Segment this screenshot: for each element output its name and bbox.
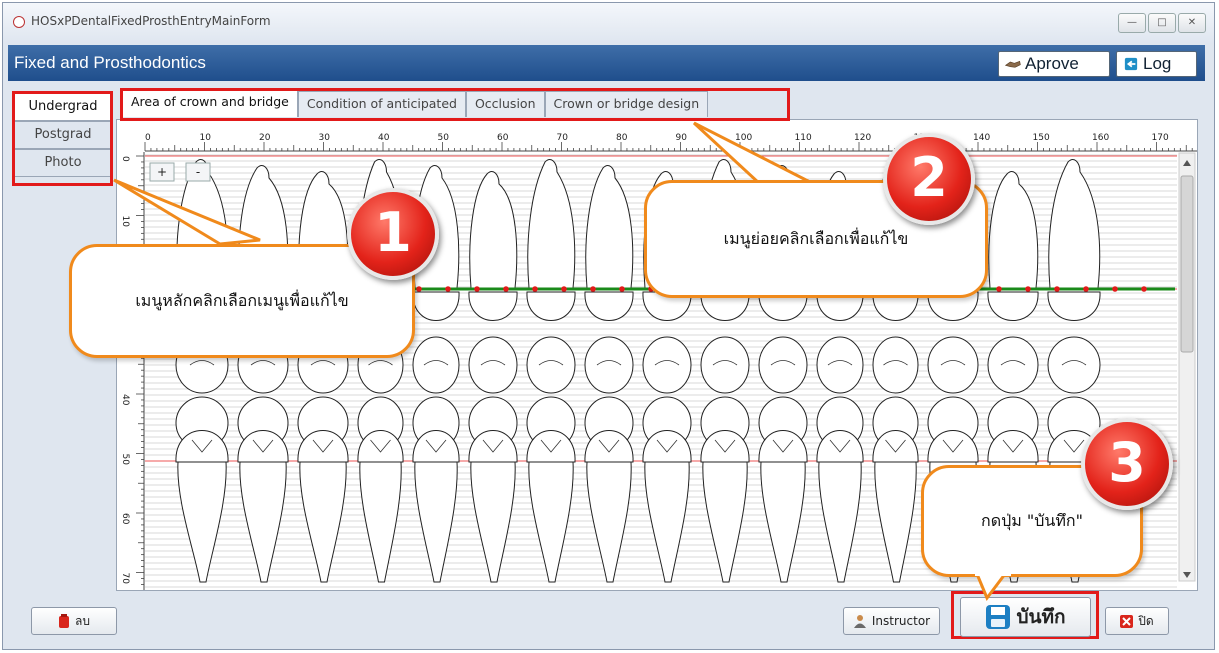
ruler-h-label: 0 (145, 133, 151, 143)
ruler-h-label: 30 (319, 133, 331, 143)
ruler-v-label: 50 (120, 454, 130, 466)
callout-2-text: เมนูย่อยคลิกเลือกเพื่อแก้ไข (723, 228, 909, 248)
side-tabs-highlight (12, 91, 113, 186)
close-window-button[interactable]: ✕ (1178, 13, 1206, 33)
ruler-h-label: 150 (1033, 133, 1050, 143)
ruler-h-label: 20 (259, 133, 271, 143)
ruler-h-label: 50 (438, 133, 450, 143)
minimize-button[interactable]: — (1118, 13, 1146, 33)
ruler-h-label: 10 (200, 133, 212, 143)
callout-3-text: กดปุ่ม "บันทึก" (981, 510, 1083, 530)
close-button[interactable]: ปิด (1105, 607, 1169, 635)
ruler-h-label: 120 (854, 133, 871, 143)
callout-1-text: เมนูหลักคลิกเลือกเมนูเพื่อแก้ไข (135, 290, 349, 310)
zoom-in-label: + (157, 165, 167, 179)
form-title: Fixed and Prosthodontics (14, 53, 206, 72)
handshake-icon (1005, 60, 1021, 68)
save-button[interactable]: บันทึก (960, 597, 1091, 637)
vertical-scrollbar[interactable] (1178, 152, 1196, 582)
ruler-h-label: 170 (1152, 133, 1169, 143)
horizontal-ruler: mm 0102030405060708090100110120130140150… (117, 120, 1197, 152)
window-title: HOSxPDentalFixedProsthEntryMainForm (31, 14, 271, 28)
ruler-v-label: 70 (120, 573, 130, 585)
trash-icon (59, 614, 69, 628)
sub-tabs-highlight (120, 88, 790, 121)
scrollbar-thumb[interactable] (1180, 175, 1194, 353)
ruler-h-label: 80 (616, 133, 628, 143)
title-bar: HOSxPDentalFixedProsthEntryMainForm — □ … (3, 3, 1214, 43)
ruler-h-label: 40 (378, 133, 390, 143)
zoom-out-label: - (196, 165, 200, 179)
ruler-h-label: 140 (973, 133, 990, 143)
instructor-button[interactable]: Instructor (843, 607, 940, 635)
form-header: Fixed and Prosthodontics Aprove Log (8, 45, 1205, 81)
log-button[interactable]: Log (1116, 51, 1197, 77)
ruler-v-label: 60 (120, 513, 130, 525)
approve-button[interactable]: Aprove (998, 51, 1110, 77)
delete-label: ลบ (75, 613, 90, 628)
close-icon (1120, 614, 1134, 628)
close-label: ปิด (1138, 613, 1154, 628)
ruler-h-label: 70 (557, 133, 569, 143)
app-icon (13, 16, 25, 28)
callout-1-badge: 1 (347, 188, 439, 280)
ruler-h-label: 160 (1092, 133, 1109, 143)
delete-button[interactable]: ลบ (31, 607, 117, 635)
approve-label: Aprove (1025, 54, 1079, 73)
window-controls: — □ ✕ (1118, 13, 1206, 33)
instructor-label: Instructor (871, 614, 931, 628)
ruler-v-label: 0 (120, 156, 130, 162)
log-icon (1124, 57, 1138, 71)
callout-3-badge: 3 (1081, 418, 1173, 510)
callout-2-badge: 2 (883, 133, 975, 225)
ruler-h-label: 60 (497, 133, 509, 143)
maximize-button[interactable]: □ (1148, 13, 1176, 33)
floppy-disk-icon (986, 605, 1011, 629)
save-label: บันทึก (1016, 606, 1066, 628)
user-icon (853, 615, 866, 628)
callout-3-pointer (975, 572, 1011, 601)
ruler-h-label: 90 (676, 133, 688, 143)
ruler-v-label: 40 (120, 394, 130, 406)
log-label: Log (1143, 54, 1172, 73)
